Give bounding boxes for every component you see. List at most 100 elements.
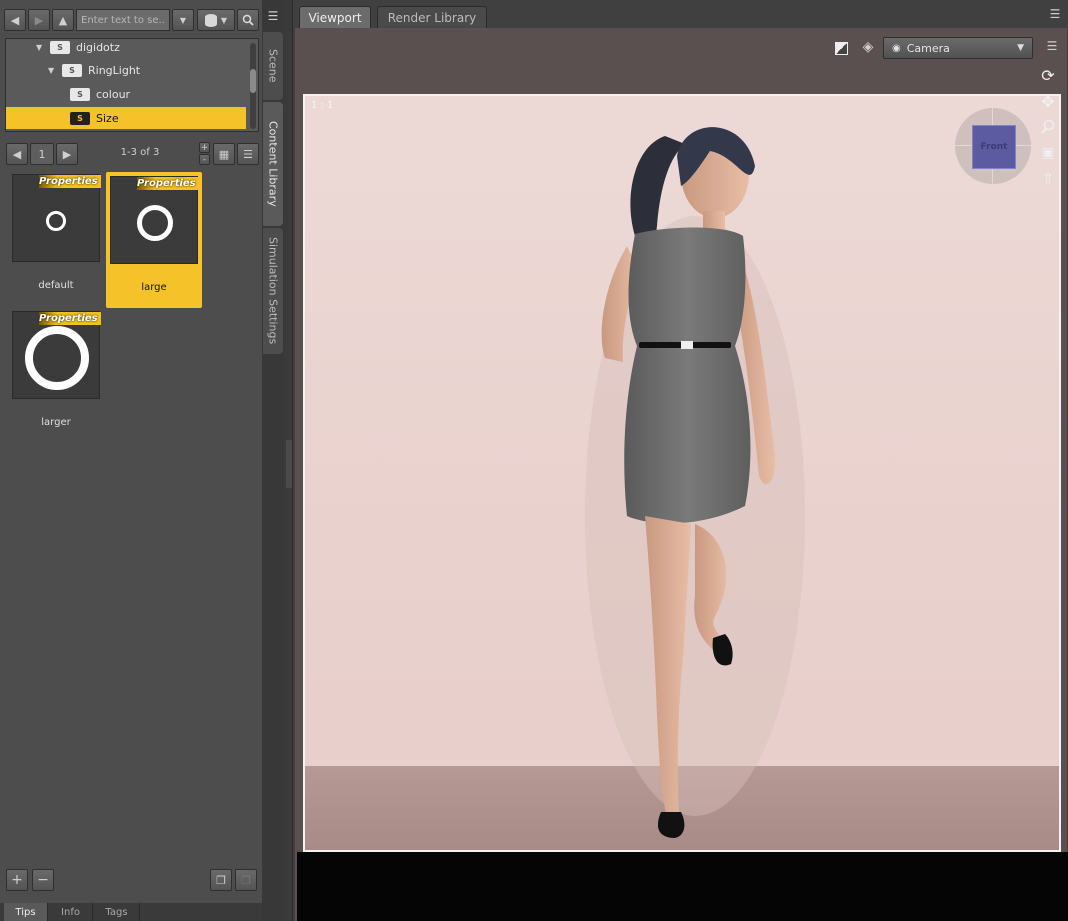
list-view-button[interactable]: ☰ bbox=[237, 143, 259, 165]
pan-button[interactable]: ✥ bbox=[1037, 90, 1059, 112]
minus-icon: − bbox=[37, 872, 49, 888]
render-view[interactable]: 1 : 1 bbox=[303, 94, 1061, 852]
camera-icon: ◉ bbox=[892, 42, 901, 54]
camera-label: Camera bbox=[906, 41, 950, 55]
ring-icon bbox=[46, 211, 66, 231]
draw-style-button[interactable]: ◈ bbox=[857, 36, 879, 58]
menu-icon: ☰ bbox=[1046, 39, 1058, 53]
tab-label: Viewport bbox=[308, 10, 362, 25]
menu-icon: ☰ bbox=[267, 9, 279, 23]
copy-button[interactable]: ❐ bbox=[210, 869, 232, 891]
copy-icon: ❐ bbox=[216, 873, 226, 887]
tab-tips[interactable]: Tips bbox=[4, 903, 48, 921]
database-filter-button[interactable]: ▼ bbox=[197, 9, 235, 31]
tab-scene[interactable]: Scene bbox=[263, 32, 283, 100]
tab-tags[interactable]: Tags bbox=[94, 903, 140, 921]
tree-item-colour[interactable]: S colour bbox=[6, 83, 246, 105]
orbit-icon: ⟳ bbox=[1041, 65, 1055, 85]
frame-button[interactable]: ▣ bbox=[1037, 142, 1059, 164]
search-button[interactable] bbox=[237, 9, 259, 31]
chevron-down-icon: ▼ bbox=[179, 15, 187, 25]
grid-icon: ▦ bbox=[218, 147, 230, 161]
item-thumbnail: Properties bbox=[12, 174, 101, 262]
remove-button[interactable]: − bbox=[32, 869, 54, 891]
folder-tree: ▼ S digidotz ▼ S RingLight S colour S Si… bbox=[5, 38, 259, 132]
zoom-icon bbox=[1041, 119, 1055, 134]
up-folder-button[interactable]: ▲ bbox=[52, 9, 74, 31]
item-large[interactable]: Properties large bbox=[106, 172, 202, 308]
plus-icon: + bbox=[11, 872, 23, 888]
viewport-letterbox bbox=[297, 852, 1068, 921]
tree-item-digidotz[interactable]: ▼ S digidotz bbox=[6, 39, 246, 58]
properties-badge: Properties bbox=[39, 312, 101, 325]
tab-label: Content Library bbox=[266, 121, 280, 207]
view-cube[interactable]: Front bbox=[955, 108, 1031, 184]
properties-badge: Properties bbox=[137, 177, 199, 190]
item-larger[interactable]: Properties larger bbox=[8, 307, 104, 443]
search-dropdown-button[interactable]: ▼ bbox=[172, 9, 194, 31]
orbit-button[interactable]: ⟳ bbox=[1037, 64, 1059, 86]
tree-scrollbar-thumb[interactable] bbox=[250, 69, 256, 93]
bottom-tabs: Tips Info Tags bbox=[0, 903, 262, 921]
library-toolbar: ◀ ▶ ▲ ▼ ▼ bbox=[0, 6, 262, 34]
icon-view-button[interactable]: ▦ bbox=[213, 143, 235, 165]
tree-item-size[interactable]: S Size bbox=[6, 107, 246, 129]
folder-icon: S bbox=[62, 63, 82, 77]
arrow-left-icon: ◀ bbox=[10, 13, 20, 27]
database-icon bbox=[204, 13, 217, 27]
zoom-button[interactable] bbox=[1037, 116, 1059, 138]
tab-label: Simulation Settings bbox=[266, 237, 280, 345]
item-default[interactable]: Properties default bbox=[8, 170, 104, 306]
tab-render-library[interactable]: Render Library bbox=[377, 6, 487, 28]
expand-arrow-icon[interactable]: ▼ bbox=[36, 43, 46, 52]
tree-item-label: RingLight bbox=[88, 63, 141, 77]
zoom-out-button[interactable]: - bbox=[199, 154, 210, 165]
cube-icon: ◈ bbox=[862, 39, 874, 55]
arrow-right-icon: ▶ bbox=[62, 147, 72, 161]
arrow-right-icon: ▶ bbox=[34, 13, 44, 27]
viewport-options-button[interactable]: ☰ bbox=[1041, 36, 1063, 56]
chevron-down-icon: ▼ bbox=[220, 15, 228, 25]
folder-icon: S bbox=[70, 87, 90, 101]
back-button[interactable]: ◀ bbox=[4, 9, 26, 31]
tab-label: Tags bbox=[105, 906, 128, 918]
item-label: larger bbox=[41, 417, 71, 428]
folder-icon: S bbox=[70, 111, 90, 125]
zoom-in-button[interactable]: + bbox=[199, 142, 210, 153]
content-library-panel: ◀ ▶ ▲ ▼ ▼ ▼ S digidotz ▼ S RingLight bbox=[0, 0, 262, 921]
expand-arrow-icon[interactable]: ▼ bbox=[48, 66, 58, 75]
add-button[interactable]: + bbox=[6, 869, 28, 891]
side-tab-strip: ☰ Scene Content Library Simulation Setti… bbox=[262, 0, 284, 921]
minus-icon: - bbox=[202, 154, 207, 165]
home-view-button[interactable]: ⇧ bbox=[1037, 168, 1059, 190]
tree-item-label: Size bbox=[96, 111, 119, 125]
folder-icon: S bbox=[50, 40, 70, 54]
paste-button[interactable]: ❐ bbox=[235, 869, 257, 891]
view-cube-label: Front bbox=[980, 142, 1008, 152]
view-cube-face[interactable]: Front bbox=[972, 125, 1016, 169]
render-toggle-button[interactable] bbox=[831, 38, 851, 58]
properties-badge: Properties bbox=[39, 175, 101, 188]
tree-item-label: colour bbox=[96, 87, 131, 101]
item-label: large bbox=[141, 282, 167, 293]
tab-simulation-settings[interactable]: Simulation Settings bbox=[263, 228, 283, 354]
page-number[interactable]: 1 bbox=[30, 143, 54, 165]
tab-info[interactable]: Info bbox=[49, 903, 93, 921]
item-count: 1-3 of 3 bbox=[120, 147, 160, 158]
frame-icon: ▣ bbox=[1041, 145, 1055, 161]
next-page-button[interactable]: ▶ bbox=[56, 143, 78, 165]
tree-item-ringlight[interactable]: ▼ S RingLight bbox=[6, 59, 246, 81]
prev-page-button[interactable]: ◀ bbox=[6, 143, 28, 165]
forward-button[interactable]: ▶ bbox=[28, 9, 50, 31]
camera-select[interactable]: ◉ Camera ▼ bbox=[883, 37, 1033, 59]
tab-content-library[interactable]: Content Library bbox=[263, 102, 283, 226]
page-number-label: 1 bbox=[38, 147, 46, 161]
tab-viewport[interactable]: Viewport bbox=[299, 6, 371, 28]
viewport-pane: Viewport Render Library ☰ ◈ ◉ Camera ▼ ☰… bbox=[292, 0, 1068, 921]
list-icon: ☰ bbox=[243, 147, 253, 161]
paste-icon: ❐ bbox=[241, 873, 251, 887]
viewport-area: ◈ ◉ Camera ▼ ☰ 1 : 1 Front ⟳ ✥ ▣ ⇧ bbox=[295, 28, 1068, 921]
panel-menu-button[interactable]: ☰ bbox=[264, 6, 282, 26]
viewport-menu-button[interactable]: ☰ bbox=[1045, 4, 1065, 24]
search-input[interactable] bbox=[76, 9, 170, 31]
